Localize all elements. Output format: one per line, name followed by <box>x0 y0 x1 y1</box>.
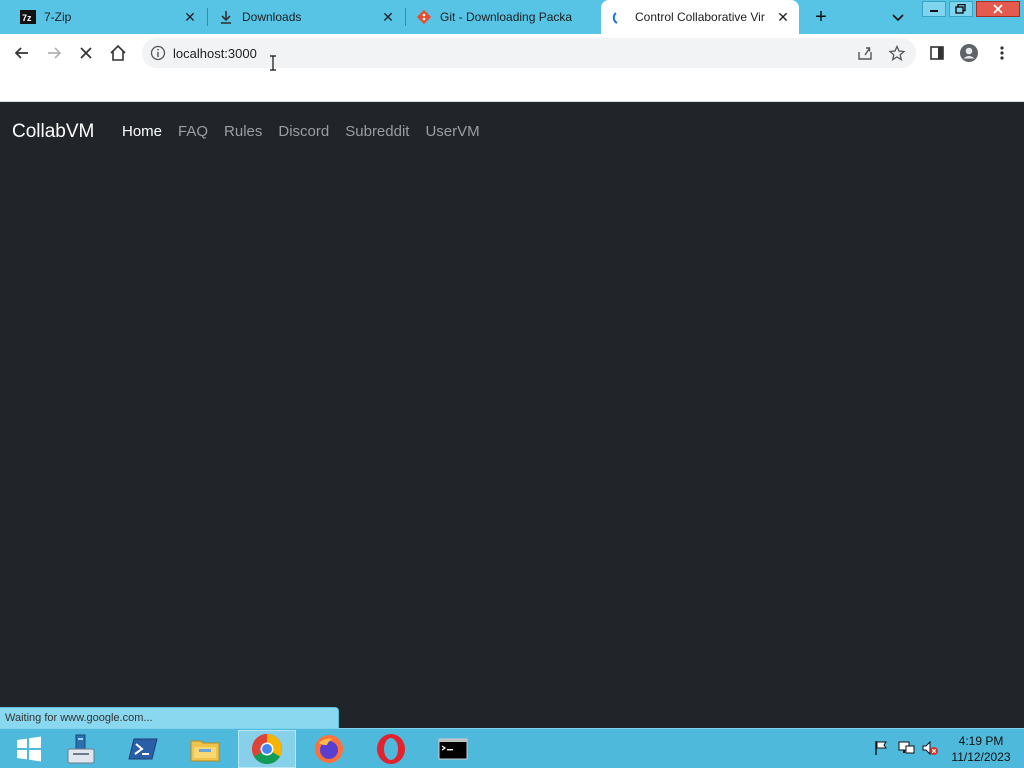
taskbar-opera[interactable] <box>362 730 420 768</box>
nav-uservm[interactable]: UserVM <box>425 123 479 140</box>
minimize-icon <box>930 10 938 12</box>
command-prompt-icon <box>438 738 468 760</box>
status-bubble: Waiting for www.google.com... <box>0 707 339 729</box>
side-panel-button[interactable] <box>922 38 952 68</box>
chevron-down-icon <box>892 14 904 22</box>
tab-title: 7-Zip <box>44 10 72 24</box>
taskbar: 4:19 PM 11/12/2023 <box>0 728 1024 768</box>
restore-button[interactable] <box>949 1 973 17</box>
star-icon <box>889 45 905 61</box>
firefox-icon <box>315 735 343 763</box>
side-panel-icon <box>930 46 944 60</box>
bookmarks-bar <box>0 72 1024 102</box>
clock-date: 11/12/2023 <box>951 750 1011 764</box>
avatar-icon <box>960 44 978 62</box>
new-tab-button[interactable]: + <box>808 5 834 29</box>
download-icon <box>218 9 234 25</box>
tab-title: Control Collaborative Vir <box>635 10 765 24</box>
taskbar-command-prompt[interactable] <box>424 730 482 768</box>
kebab-menu-icon <box>1000 46 1004 60</box>
text-cursor-icon <box>270 55 276 71</box>
tab-git[interactable]: Git - Downloading Packa <box>406 0 600 34</box>
bookmark-button[interactable] <box>886 42 908 64</box>
action-center-flag-icon[interactable] <box>872 739 890 757</box>
tab-title: Git - Downloading Packa <box>440 10 573 24</box>
svg-text:7z: 7z <box>22 13 32 23</box>
loading-spinner-icon <box>611 9 627 25</box>
home-button[interactable] <box>103 38 133 68</box>
tab-strip: 7z 7-Zip ✕ Downloads ✕ Git - Downloading… <box>0 0 1024 34</box>
tab-title: Downloads <box>242 10 302 24</box>
powershell-icon <box>128 738 158 760</box>
close-icon[interactable]: ✕ <box>180 7 200 27</box>
address-bar[interactable] <box>142 38 916 68</box>
system-clock[interactable]: 4:19 PM 11/12/2023 <box>944 733 1018 765</box>
tab-downloads[interactable]: Downloads ✕ <box>208 0 404 34</box>
forward-button[interactable] <box>39 38 69 68</box>
close-window-button[interactable] <box>976 1 1020 17</box>
close-icon <box>993 4 1003 14</box>
tab-7zip[interactable]: 7z 7-Zip ✕ <box>10 0 206 34</box>
menu-button[interactable] <box>987 38 1017 68</box>
taskbar-server-manager[interactable] <box>52 730 110 768</box>
brand-logo[interactable]: CollabVM <box>12 121 94 143</box>
nav-discord[interactable]: Discord <box>278 123 329 140</box>
back-button[interactable] <box>7 38 37 68</box>
back-arrow-icon <box>14 47 28 59</box>
nav-faq[interactable]: FAQ <box>178 123 208 140</box>
close-icon[interactable]: ✕ <box>378 7 398 27</box>
nav-home[interactable]: Home <box>122 123 162 140</box>
taskbar-firefox[interactable] <box>300 730 358 768</box>
git-icon <box>416 9 432 25</box>
info-icon[interactable] <box>150 45 166 61</box>
server-manager-icon <box>67 734 95 764</box>
tab-collabvm[interactable]: Control Collaborative Vir ✕ <box>601 0 799 34</box>
taskbar-file-explorer[interactable] <box>176 730 234 768</box>
7zip-icon: 7z <box>20 9 36 25</box>
start-button[interactable] <box>0 730 58 768</box>
share-icon <box>858 47 872 60</box>
profile-button[interactable] <box>954 38 984 68</box>
file-explorer-icon <box>190 740 220 762</box>
restore-icon <box>955 4 966 14</box>
nav-rules[interactable]: Rules <box>224 123 262 140</box>
close-icon[interactable]: ✕ <box>773 7 793 27</box>
chrome-icon <box>251 734 283 765</box>
main-nav: Home FAQ Rules Discord Subreddit UserVM <box>122 123 496 140</box>
opera-icon <box>377 734 405 764</box>
volume-muted-icon[interactable] <box>921 739 939 757</box>
stop-loading-button[interactable] <box>71 38 101 68</box>
clock-time: 4:19 PM <box>958 734 1004 748</box>
nav-subreddit[interactable]: Subreddit <box>345 123 409 140</box>
share-button[interactable] <box>854 42 876 64</box>
home-icon <box>110 44 126 61</box>
page-content: CollabVM Home FAQ Rules Discord Subreddi… <box>0 103 1024 729</box>
browser-toolbar <box>0 34 1024 72</box>
tab-search-button[interactable] <box>886 5 910 29</box>
windows-start-icon <box>17 736 41 762</box>
taskbar-powershell[interactable] <box>114 730 172 768</box>
forward-arrow-icon <box>48 47 62 59</box>
network-icon[interactable] <box>897 739 915 757</box>
minimize-button[interactable] <box>922 1 946 17</box>
stop-icon <box>80 47 92 59</box>
taskbar-chrome[interactable] <box>238 730 296 768</box>
